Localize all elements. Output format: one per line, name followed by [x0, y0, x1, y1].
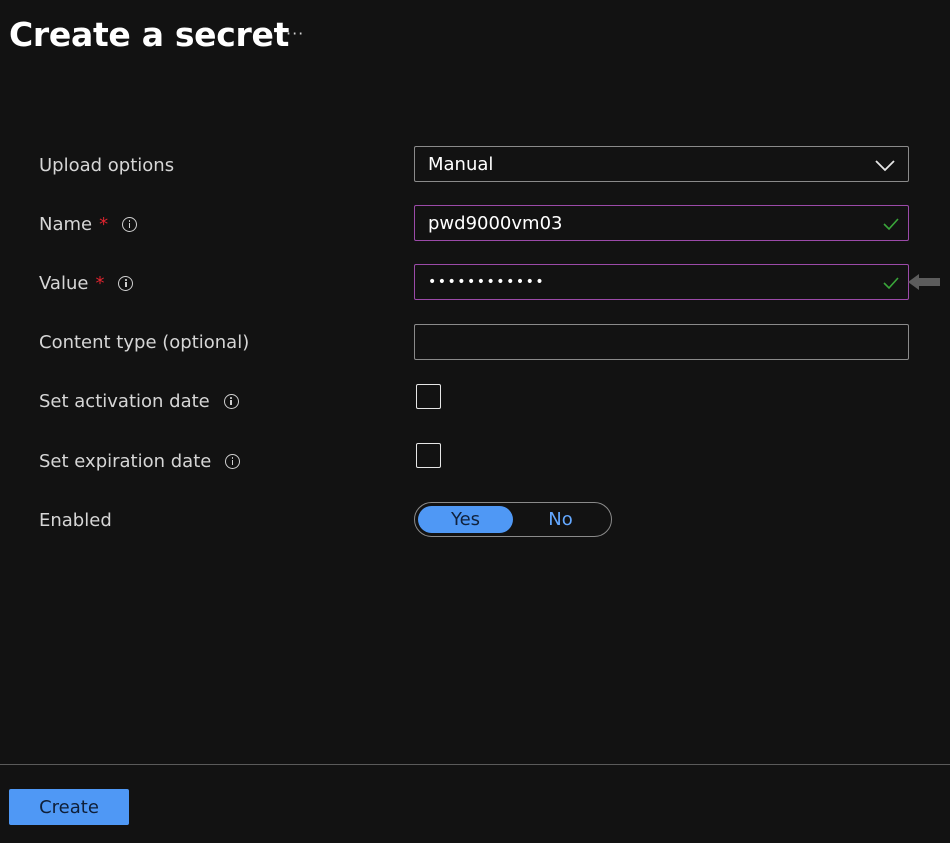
create-button[interactable]: Create — [9, 789, 129, 825]
enabled-label: Enabled — [39, 507, 112, 533]
content-type-input[interactable] — [414, 324, 909, 360]
expiration-date-label: Set expiration date — [39, 448, 241, 474]
activation-date-checkbox[interactable] — [416, 384, 441, 409]
content-type-label: Content type (optional) — [39, 329, 249, 355]
upload-options-select[interactable]: Manual — [414, 146, 909, 182]
value-label: Value * — [39, 270, 134, 296]
enabled-no-option[interactable]: No — [513, 506, 608, 533]
name-label: Name * — [39, 211, 138, 237]
info-icon[interactable] — [122, 216, 138, 232]
activation-date-label: Set activation date — [39, 388, 239, 414]
content-type-label-text: Content type (optional) — [39, 331, 250, 353]
required-asterisk: * — [99, 213, 109, 235]
info-icon[interactable] — [225, 453, 241, 469]
required-asterisk: * — [95, 272, 105, 294]
activation-date-label-text: Set activation date — [39, 390, 210, 412]
checkmark-icon — [883, 277, 899, 290]
upload-options-value: Manual — [428, 153, 494, 175]
enabled-yes-option[interactable]: Yes — [418, 506, 513, 533]
chevron-down-icon — [875, 160, 895, 172]
info-icon[interactable] — [118, 275, 134, 291]
expiration-date-label-text: Set expiration date — [39, 450, 212, 472]
name-input-value: pwd9000vm03 — [428, 212, 563, 234]
enabled-toggle[interactable]: Yes No — [414, 502, 612, 537]
value-password-input[interactable]: •••••••••••• — [414, 264, 909, 300]
upload-options-label-text: Upload options — [39, 154, 175, 176]
upload-options-label: Upload options — [39, 152, 174, 178]
footer-divider — [0, 764, 950, 765]
name-input[interactable]: pwd9000vm03 — [414, 205, 909, 241]
info-icon[interactable] — [223, 393, 239, 409]
enabled-label-text: Enabled — [39, 509, 112, 531]
expiration-date-checkbox[interactable] — [416, 443, 441, 468]
name-label-text: Name — [39, 213, 93, 235]
more-options-button[interactable]: ··· — [286, 22, 304, 46]
value-label-text: Value — [39, 272, 89, 294]
checkmark-icon — [883, 218, 899, 231]
create-secret-page: Create a secret ··· Upload options Manua… — [0, 0, 950, 843]
value-password-masked: •••••••••••• — [428, 274, 546, 290]
page-title: Create a secret — [9, 15, 290, 54]
pointer-arrow-icon — [908, 274, 940, 290]
